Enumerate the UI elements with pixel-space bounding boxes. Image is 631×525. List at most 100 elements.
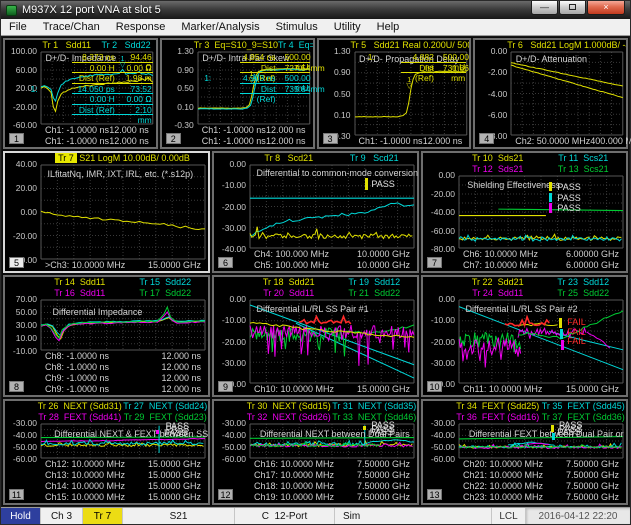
y-axis-label: -20.00 — [214, 337, 246, 347]
trace-label[interactable]: Tr 25 Sdd22 — [541, 288, 627, 299]
trace-label[interactable]: Tr 26 NEXT (Sdd31) — [37, 401, 123, 412]
trace-label[interactable]: Tr 31 NEXT (Sdd35) — [332, 401, 418, 412]
graph-window-12[interactable]: Tr 30 NEXT (Sdd15)Tr 31 NEXT (Sdd35)Tr 3… — [212, 399, 419, 505]
close-button[interactable]: × — [587, 1, 625, 15]
y-axis-label: -20.00 — [423, 337, 455, 347]
trace-label[interactable]: Tr 24 Sdd11 — [455, 288, 541, 299]
menu-marker-analysis[interactable]: Marker/Analysis — [173, 20, 267, 34]
trace-label[interactable]: Tr 30 NEXT (Sdd15) — [246, 401, 332, 412]
window-number-badge[interactable]: 6 — [218, 257, 233, 268]
trace-label[interactable]: Tr 27 NEXT (Sdd24) — [123, 401, 209, 412]
y-axis-label: -4.00 — [475, 89, 507, 99]
trace-label[interactable]: Tr 4 Eq=S12_11=S1 — [278, 40, 313, 51]
title-bar[interactable]: M937X 12 port VNA at slot 5 — × — [1, 1, 630, 19]
trace-marker: 1▽ — [407, 78, 412, 90]
marker-readout-value: 8.373 ns — [72, 52, 124, 63]
trace-label[interactable]: Tr 35 FEXT (Sdd45) — [541, 401, 627, 412]
measurement-title: Differential Impedance — [52, 307, 142, 317]
graph-window-2[interactable]: Tr 3 Eq=S10_9=S10Tr 4 Eq=S12_11=S11.300.… — [160, 38, 315, 149]
trace-label[interactable]: Tr 5 Sdd21 Real 0.200U/ 500mU — [351, 40, 470, 51]
menu-response[interactable]: Response — [108, 20, 174, 34]
trace-label[interactable]: Tr 37 FEXT (Sdd36) — [541, 412, 627, 423]
marker-readout-value: 0.00 H — [72, 94, 124, 105]
graph-window-3[interactable]: Tr 5 Sdd21 Real 0.200U/ 500mU1.300.900.5… — [317, 38, 472, 149]
trace-label[interactable]: Tr 8 Scd21 — [246, 153, 332, 164]
y-axis-label: 0.10 — [319, 110, 351, 120]
limit-marker-bar — [560, 329, 563, 339]
window-number-badge[interactable]: 12 — [218, 489, 233, 500]
graph-window-9[interactable]: Tr 18 Sdd21Tr 19 Sdd12Tr 20 Sdd11Tr 21 S… — [212, 275, 419, 397]
y-axis-label: 100.00 — [5, 46, 37, 56]
trace-label[interactable]: Tr 14 Sdd11 — [37, 277, 123, 288]
plot-region: 40.0020.000.00-20.00-40.00ILfitatNq, IMR… — [5, 164, 208, 260]
trace-label[interactable]: Tr 19 Sdd12 — [332, 277, 418, 288]
stimulus-stop: 12.000 ns — [109, 136, 149, 147]
menu-utility[interactable]: Utility — [326, 20, 369, 34]
trace-label[interactable]: Tr 20 Sdd11 — [246, 288, 332, 299]
y-axis-label: 1.30 — [162, 46, 194, 56]
trace-label[interactable]: Tr 13 Scs21 — [541, 164, 627, 175]
menu-stimulus[interactable]: Stimulus — [268, 20, 326, 34]
trace-label[interactable]: Tr 3 Eq=S10_9=S10 — [194, 40, 278, 51]
stimulus-start: Ch16: 10.0000 MHz — [254, 459, 334, 470]
trace-label[interactable]: Tr 17 Sdd22 — [123, 288, 209, 299]
window-number-badge[interactable]: 9 — [218, 381, 233, 392]
window-number-badge[interactable]: 4 — [479, 133, 494, 144]
graph-window-5[interactable]: Tr 7 S21 LogM 10.00dB/ 0.00dB40.0020.000… — [3, 151, 210, 273]
menu-file[interactable]: File — [1, 20, 35, 34]
marker-readout-value: 0.00 Ω — [124, 63, 153, 74]
marker-readout-value: 500.00 mU — [443, 52, 466, 63]
graph-window-6[interactable]: Tr 8 Scd21Tr 9 Scd210.00-10.00-20.00-30.… — [212, 151, 419, 273]
minimize-button[interactable]: — — [531, 1, 558, 15]
graph-window-13[interactable]: Tr 34 FEXT (Sdd25)Tr 35 FEXT (Sdd45)Tr 3… — [421, 399, 628, 505]
stimulus-start: Ch1: -1.0000 ns — [45, 125, 109, 136]
trace-label[interactable]: Tr 9 Scd21 — [332, 153, 418, 164]
trace-label[interactable]: Tr 6 Sdd21 LogM 1.000dB/ -4.00dB — [507, 40, 626, 51]
graph-window-7[interactable]: Tr 10 Sds21Tr 11 Scs21Tr 12 Sds21Tr 13 S… — [421, 151, 628, 273]
menu-help[interactable]: Help — [369, 20, 408, 34]
maximize-button[interactable] — [559, 1, 586, 15]
plot-area: Differential IL/RL SS Pair #1 — [250, 300, 414, 383]
menu-trace-chan[interactable]: Trace/Chan — [35, 20, 108, 34]
app-icon — [6, 5, 17, 16]
window-number-badge[interactable]: 10 — [427, 381, 442, 392]
trace-label[interactable]: Tr 21 Sdd22 — [332, 288, 418, 299]
graph-window-8[interactable]: Tr 14 Sdd11Tr 15 Sdd22Tr 16 Sdd11Tr 17 S… — [3, 275, 210, 397]
trace-label[interactable]: Tr 12 Sds21 — [455, 164, 541, 175]
window-number-badge[interactable]: 5 — [9, 257, 24, 268]
trace-label[interactable]: Tr 16 Sdd11 — [37, 288, 123, 299]
status-active-trace: Tr 7 — [83, 508, 123, 524]
trace-label[interactable]: Tr 11 Scs21 — [541, 153, 627, 164]
trace-label[interactable]: Tr 18 Sdd21 — [246, 277, 332, 288]
graph-window-4[interactable]: Tr 6 Sdd21 LogM 1.000dB/ -4.00dB0.00-2.0… — [473, 38, 628, 149]
window-number-badge[interactable]: 8 — [9, 381, 24, 392]
graph-window-10[interactable]: Tr 22 Sdd21Tr 23 Sdd12Tr 24 Sdd11Tr 25 S… — [421, 275, 628, 397]
stimulus-stop: 7.50000 GHz — [566, 492, 619, 503]
window-number-badge[interactable]: 2 — [166, 133, 181, 144]
trace-label[interactable]: Tr 10 Sds21 — [455, 153, 541, 164]
y-axis-label: -2.00 — [475, 67, 507, 77]
window-number-badge[interactable]: 13 — [427, 489, 442, 500]
trace-label[interactable]: Tr 15 Sdd22 — [123, 277, 209, 288]
graph-window-11[interactable]: Tr 26 NEXT (Sdd31)Tr 27 NEXT (Sdd24)Tr 2… — [3, 399, 210, 505]
trace-label[interactable]: Tr 1 Sdd11 — [37, 40, 96, 51]
window-number-badge[interactable]: 3 — [323, 133, 338, 144]
stimulus-stop: 12.000 ns — [266, 125, 306, 136]
y-axis-label: 0.00 — [5, 207, 37, 217]
trace-label[interactable]: Tr 28 FEXT (Sdd41) — [37, 412, 123, 423]
stimulus-stop: 15.0000 GHz — [148, 459, 201, 470]
plot-area: Differential to common-mode conversionPA… — [250, 165, 414, 248]
trace-label[interactable]: Tr 2 Sdd22 — [96, 40, 155, 51]
graph-window-1[interactable]: Tr 1 Sdd11Tr 2 Sdd22100.0060.0020.00-20.… — [3, 38, 158, 149]
window-number-badge[interactable]: 11 — [9, 489, 24, 500]
trace-label[interactable]: Tr 34 FEXT (Sdd25) — [455, 401, 541, 412]
stimulus-stop: 7.50000 GHz — [357, 470, 410, 481]
trace-label[interactable]: Tr 23 Sdd12 — [541, 277, 627, 288]
limit-marker-bar — [549, 203, 552, 212]
window-number-badge[interactable]: 1 — [9, 133, 24, 144]
window-number-badge[interactable]: 7 — [427, 257, 442, 268]
trace-label[interactable]: Tr 32 NEXT (Sdd26) — [246, 412, 332, 423]
trace-label[interactable]: Tr 22 Sdd21 — [455, 277, 541, 288]
active-trace-label[interactable]: Tr 7 — [55, 153, 77, 163]
trace-label[interactable]: Tr 36 FEXT (Sdd16) — [455, 412, 541, 423]
